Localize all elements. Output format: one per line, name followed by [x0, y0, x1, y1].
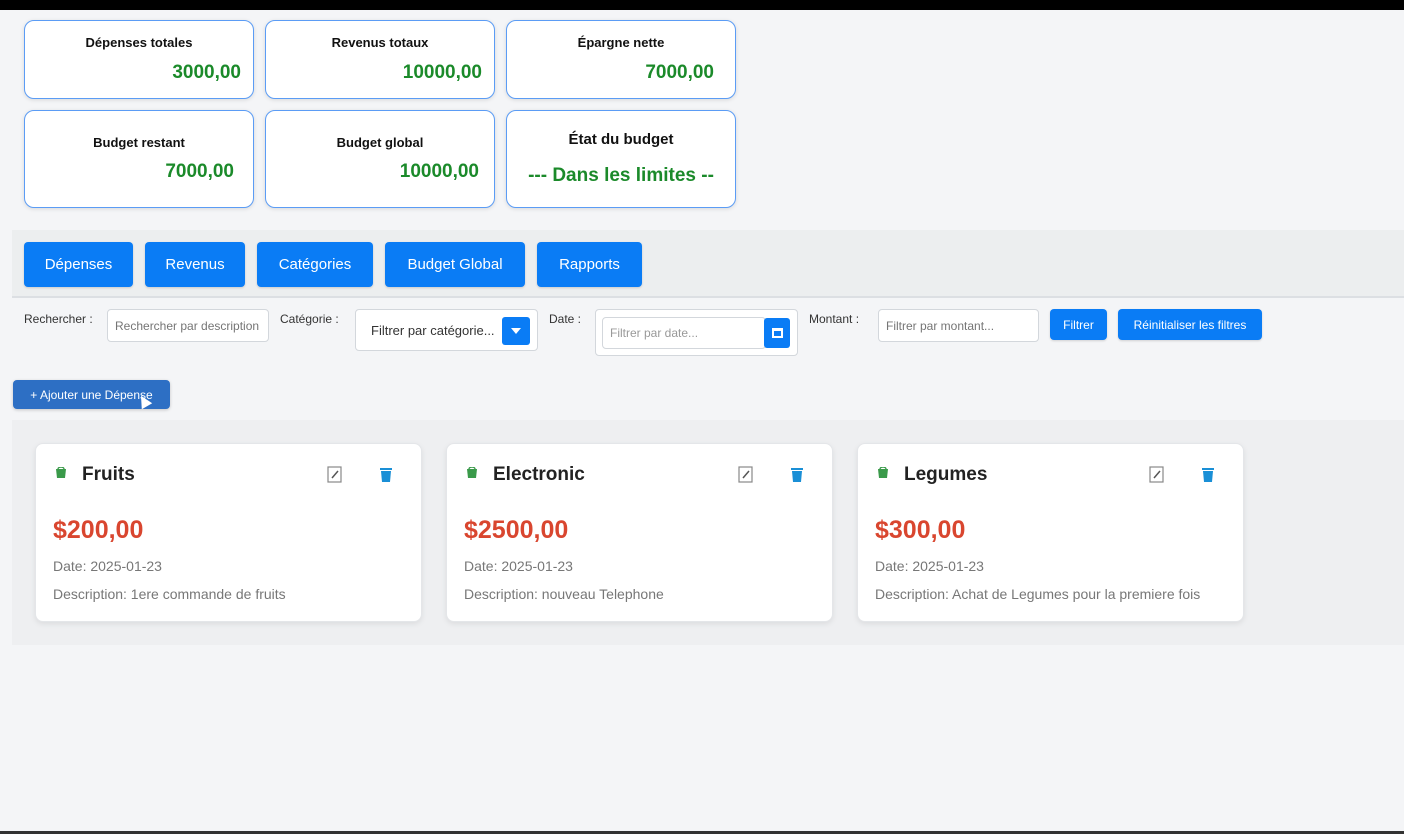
expense-name: Electronic	[493, 464, 585, 485]
tab-categories[interactable]: Catégories	[257, 242, 373, 287]
tabs-bar: Dépenses Revenus Catégories Budget Globa…	[12, 230, 1404, 298]
trash-icon[interactable]	[1201, 466, 1215, 483]
summary-value: 10000,00	[402, 62, 482, 83]
expense-description: Description: 1ere commande de fruits	[53, 586, 286, 602]
search-input[interactable]	[107, 309, 269, 342]
window-top-bar	[0, 0, 1404, 10]
category-icon	[56, 467, 66, 478]
tab-revenus[interactable]: Revenus	[145, 242, 245, 287]
tab-budget-global[interactable]: Budget Global	[385, 242, 525, 287]
tab-depenses[interactable]: Dépenses	[24, 242, 133, 287]
summary-value: 7000,00	[645, 62, 714, 83]
category-label: Catégorie :	[280, 312, 339, 326]
summary-label: Revenus totaux	[331, 35, 429, 50]
chevron-down-icon	[511, 328, 521, 334]
summary-card-revenus-totaux: Revenus totaux 10000,00	[265, 20, 495, 99]
summary-value: 10000,00	[399, 161, 479, 182]
category-select[interactable]: Filtrer par catégorie...	[355, 309, 538, 351]
search-label: Rechercher :	[24, 312, 93, 326]
summary-card-depenses-totales: Dépenses totales 3000,00	[24, 20, 254, 99]
summary-label: Épargne nette	[577, 35, 665, 50]
summary-label: Budget restant	[93, 135, 185, 150]
summary-value: 3000,00	[172, 62, 241, 83]
category-icon	[878, 467, 888, 478]
edit-icon[interactable]	[738, 466, 754, 483]
summary-card-epargne-nette: Épargne nette 7000,00	[506, 20, 736, 99]
trash-icon[interactable]	[790, 466, 804, 483]
expense-description: Description: Achat de Legumes pour la pr…	[875, 586, 1201, 602]
date-picker[interactable]: Filtrer par date...	[595, 309, 798, 356]
summary-card-budget-global: Budget global 10000,00	[265, 110, 495, 208]
date-input[interactable]: Filtrer par date...	[602, 317, 766, 349]
expense-amount: $200,00	[53, 516, 144, 544]
category-icon	[467, 467, 477, 478]
expense-card: Fruits $200,00 Date: 2025-01-23 Descript…	[35, 443, 422, 622]
category-select-value: Filtrer par catégorie...	[371, 323, 495, 338]
amount-label: Montant :	[809, 312, 860, 326]
summary-card-budget-restant: Budget restant 7000,00	[24, 110, 254, 208]
expense-amount: $2500,00	[464, 516, 569, 544]
expense-amount: $300,00	[875, 516, 966, 544]
expense-card: Legumes $300,00 Date: 2025-01-23 Descrip…	[857, 443, 1244, 622]
expense-description: Description: nouveau Telephone	[464, 586, 664, 602]
edit-icon[interactable]	[327, 466, 343, 483]
amount-input[interactable]	[878, 309, 1039, 342]
summary-value: 7000,00	[165, 161, 234, 182]
expense-name: Fruits	[82, 464, 135, 485]
calendar-icon	[771, 328, 783, 338]
category-dropdown-button[interactable]	[502, 317, 530, 345]
expense-date: Date: 2025-01-23	[464, 558, 573, 574]
trash-icon[interactable]	[379, 466, 393, 483]
edit-icon[interactable]	[1149, 466, 1165, 483]
calendar-button[interactable]	[764, 318, 790, 348]
filter-button[interactable]: Filtrer	[1050, 309, 1107, 340]
summary-label: Budget global	[336, 135, 424, 150]
expense-name: Legumes	[904, 464, 988, 485]
reset-filters-button[interactable]: Réinitialiser les filtres	[1118, 309, 1262, 340]
summary-card-etat-budget: État du budget --- Dans les limites --	[506, 110, 736, 208]
expense-card: Electronic $2500,00 Date: 2025-01-23 Des…	[446, 443, 833, 622]
budget-status-value: --- Dans les limites --	[528, 165, 714, 186]
budget-status-label: État du budget	[568, 131, 674, 148]
summary-label: Dépenses totales	[85, 35, 193, 50]
date-label: Date :	[549, 312, 582, 326]
expense-date: Date: 2025-01-23	[53, 558, 162, 574]
tab-rapports[interactable]: Rapports	[537, 242, 642, 287]
expense-date: Date: 2025-01-23	[875, 558, 984, 574]
